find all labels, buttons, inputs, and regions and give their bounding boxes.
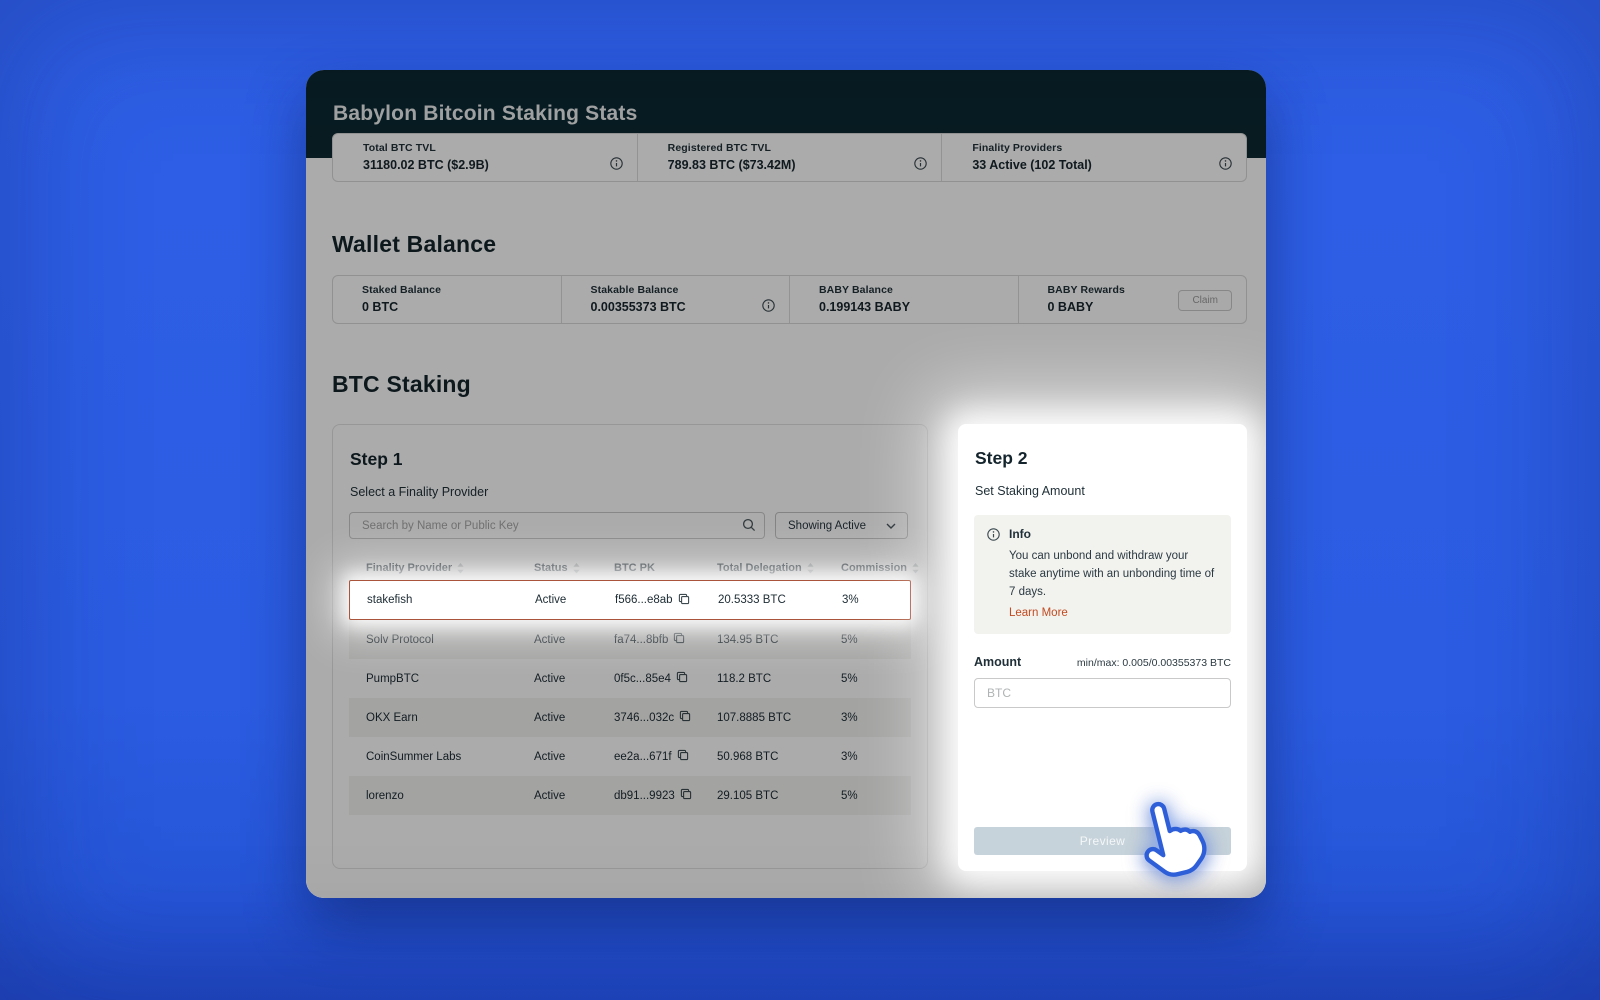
preview-button[interactable]: Preview [974,827,1231,855]
step2-title: Step 2 [975,448,1231,469]
copy-icon[interactable] [678,593,690,608]
info-icon [987,528,1000,621]
table-row-stakefish-selected[interactable]: stakefish Active f566...e8ab 20.5333 BTC… [349,580,911,620]
provider-total-delegation: 20.5333 BTC [718,594,842,606]
amount-label: Amount [974,655,1021,669]
info-title: Info [1009,527,1218,541]
amount-input[interactable] [974,678,1231,708]
provider-btc-pk: f566...e8ab [615,594,673,606]
provider-name: stakefish [367,594,535,606]
info-text: You can unbond and withdraw your stake a… [1009,548,1218,601]
step2-card: Step 2 Set Staking Amount Info You can u… [958,424,1247,871]
provider-status: Active [535,594,615,606]
provider-commission: 3% [842,594,910,606]
step2-subtitle: Set Staking Amount [975,484,1231,498]
minmax-hint: min/max: 0.005/0.00355373 BTC [1077,657,1231,669]
learn-more-link[interactable]: Learn More [1009,607,1068,619]
staking-modal: Babylon Bitcoin Staking Stats Total BTC … [306,70,1266,898]
unbonding-info-box: Info You can unbond and withdraw your st… [974,515,1231,634]
